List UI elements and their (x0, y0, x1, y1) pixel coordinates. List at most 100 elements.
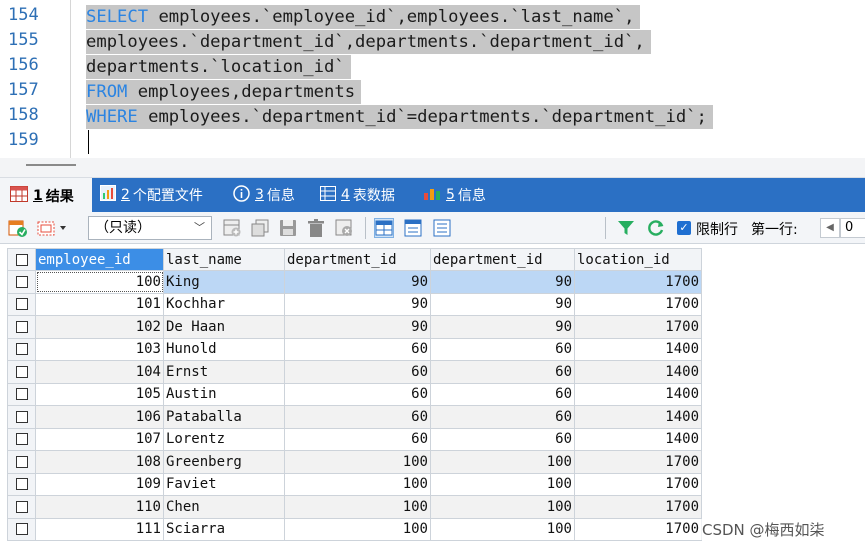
filter-icon[interactable] (616, 218, 636, 238)
table-row[interactable]: 103 Hunold 60 60 1400 (7, 337, 702, 361)
pane-splitter-handle[interactable] (26, 164, 76, 166)
text-view-icon[interactable] (432, 218, 452, 238)
table-cell[interactable]: 1700 (574, 270, 702, 294)
table-cell[interactable]: Sciarra (163, 517, 285, 541)
table-row[interactable]: 104 Ernst 60 60 1400 (7, 360, 702, 384)
code-line[interactable]: FROM employees,departments (86, 80, 362, 104)
table-cell[interactable]: 1400 (574, 427, 702, 451)
table-cell[interactable]: 1400 (574, 382, 702, 406)
previous-page-button[interactable]: ◀ (820, 218, 840, 238)
table-cell[interactable]: 104 (35, 360, 164, 384)
table-cell[interactable]: 1400 (574, 405, 702, 429)
row-checkbox-cell[interactable] (7, 495, 36, 519)
table-cell[interactable]: 105 (35, 382, 164, 406)
table-row[interactable]: 105 Austin 60 60 1400 (7, 382, 702, 406)
row-checkbox-cell[interactable] (7, 472, 36, 496)
sql-editor[interactable]: 154 155 156 157 158 159 SELECT employees… (0, 0, 865, 158)
table-row[interactable]: 107 Lorentz 60 60 1400 (7, 427, 702, 451)
limit-rows-checkbox[interactable]: ✓ (677, 221, 691, 235)
column-header[interactable]: location_id (574, 248, 702, 271)
column-header[interactable]: employee_id (35, 248, 164, 271)
row-checkbox-cell[interactable] (7, 292, 36, 316)
table-cell[interactable]: 60 (430, 337, 575, 361)
table-cell[interactable]: 109 (35, 472, 164, 496)
row-checkbox-cell[interactable] (7, 450, 36, 474)
table-cell[interactable]: 107 (35, 427, 164, 451)
table-cell[interactable]: Greenberg (163, 450, 285, 474)
table-cell[interactable]: 90 (430, 270, 575, 294)
table-cell[interactable]: 100 (430, 472, 575, 496)
table-cell[interactable]: 1400 (574, 337, 702, 361)
table-cell[interactable]: 1700 (574, 472, 702, 496)
copy-dropdown-icon[interactable] (36, 218, 76, 238)
row-checkbox-cell[interactable] (7, 405, 36, 429)
table-row[interactable]: 109 Faviet 100 100 1700 (7, 472, 702, 496)
delete-icon[interactable] (306, 218, 326, 238)
table-cell[interactable]: 90 (284, 292, 431, 316)
table-cell[interactable]: Pataballa (163, 405, 285, 429)
table-cell[interactable]: 90 (284, 315, 431, 339)
table-cell[interactable]: 60 (284, 360, 431, 384)
row-checkbox-cell[interactable] (7, 360, 36, 384)
table-cell[interactable]: 1700 (574, 315, 702, 339)
table-cell[interactable]: 103 (35, 337, 164, 361)
table-cell[interactable]: Chen (163, 495, 285, 519)
select-all-checkbox-cell[interactable] (7, 248, 36, 271)
code-line[interactable]: departments.`location_id` (86, 55, 351, 79)
table-cell[interactable]: 100 (284, 450, 431, 474)
row-checkbox-cell[interactable] (7, 315, 36, 339)
table-cell[interactable]: 1700 (574, 450, 702, 474)
table-row[interactable]: 102 De Haan 90 90 1700 (7, 315, 702, 339)
table-cell[interactable]: 1700 (574, 495, 702, 519)
table-row[interactable]: 110 Chen 100 100 1700 (7, 495, 702, 519)
table-cell[interactable]: Ernst (163, 360, 285, 384)
row-checkbox-cell[interactable] (7, 517, 36, 541)
insert-row-icon[interactable] (222, 218, 242, 238)
row-checkbox-cell[interactable] (7, 337, 36, 361)
table-cell[interactable]: 60 (284, 427, 431, 451)
form-view-icon[interactable] (403, 218, 423, 238)
table-cell[interactable]: 102 (35, 315, 164, 339)
readonly-mode-select[interactable]: （只读） ﹀ (88, 216, 212, 240)
refresh-icon[interactable] (646, 218, 666, 238)
tab-messages[interactable]: 3 信息 (233, 178, 295, 212)
table-cell[interactable]: 1400 (574, 360, 702, 384)
table-row[interactable]: 100 King 90 90 1700 (7, 270, 702, 294)
row-checkbox-cell[interactable] (7, 427, 36, 451)
table-cell[interactable]: 110 (35, 495, 164, 519)
table-cell[interactable]: Lorentz (163, 427, 285, 451)
table-cell[interactable]: 60 (430, 382, 575, 406)
table-cell[interactable]: 100 (284, 472, 431, 496)
table-cell[interactable]: 90 (430, 315, 575, 339)
save-icon[interactable] (278, 218, 298, 238)
table-cell[interactable]: De Haan (163, 315, 285, 339)
table-cell[interactable]: 90 (284, 270, 431, 294)
table-row[interactable]: 108 Greenberg 100 100 1700 (7, 450, 702, 474)
result-grid[interactable]: employee_id last_name department_id depa… (0, 245, 865, 544)
table-cell[interactable]: 1700 (574, 517, 702, 541)
table-cell[interactable]: 100 (430, 495, 575, 519)
duplicate-row-icon[interactable] (250, 218, 270, 238)
table-cell[interactable]: 100 (35, 270, 164, 294)
first-row-input[interactable]: 0 (840, 218, 865, 238)
code-line[interactable]: employees.`department_id`,departments.`d… (86, 30, 651, 54)
table-cell[interactable]: 100 (284, 517, 431, 541)
table-cell[interactable]: 60 (284, 382, 431, 406)
table-cell[interactable]: Hunold (163, 337, 285, 361)
table-cell[interactable]: 106 (35, 405, 164, 429)
table-cell[interactable]: Kochhar (163, 292, 285, 316)
tab-profile[interactable]: 2 个配置文件 (100, 178, 203, 212)
table-row[interactable]: 106 Pataballa 60 60 1400 (7, 405, 702, 429)
table-row[interactable]: 101 Kochhar 90 90 1700 (7, 292, 702, 316)
column-header[interactable]: department_id (284, 248, 431, 271)
table-cell[interactable]: King (163, 270, 285, 294)
column-header[interactable]: department_id (430, 248, 575, 271)
table-cell[interactable]: 100 (430, 517, 575, 541)
row-checkbox-cell[interactable] (7, 382, 36, 406)
code-line[interactable]: WHERE employees.`department_id`=departme… (86, 105, 713, 129)
table-cell[interactable]: 60 (284, 405, 431, 429)
export-icon[interactable] (8, 218, 28, 238)
table-cell[interactable]: 100 (430, 450, 575, 474)
table-cell[interactable]: 60 (284, 337, 431, 361)
tab-info[interactable]: 5 信息 (423, 178, 486, 212)
